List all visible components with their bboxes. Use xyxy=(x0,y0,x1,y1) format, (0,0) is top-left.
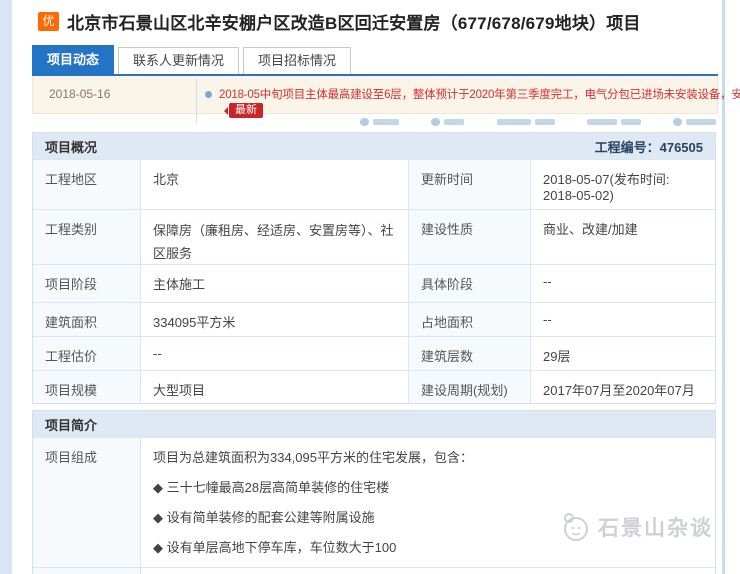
news-panel: 2018-05-16 2018-05中旬项目主体最高建设至6层，整体预计于202… xyxy=(32,76,718,114)
row-value: 主体施工 xyxy=(141,265,409,302)
overview-title: 项目概况 xyxy=(45,137,97,156)
table-row: 工程类别 保障房（廉租房、经适房、安置房等）、社区服务 建设性质 商业、改建/加… xyxy=(33,209,715,264)
timeline-line xyxy=(196,79,197,123)
project-intro-section: 项目简介 项目组成 项目为总建筑面积为334,095平方米的住宅发展，包含： ◆… xyxy=(32,410,716,574)
composition-line: ◆ 设有简单装修的配套公建等附属设施 xyxy=(153,507,705,526)
table-row: 工程估价 -- 建筑层数 29层 xyxy=(33,336,715,370)
row-label: 建筑层数 xyxy=(409,337,531,370)
row-value: -- xyxy=(531,303,717,336)
row-label: 更新时间 xyxy=(409,160,531,209)
row-value: 2018-05-07(发布时间: 2018-05-02) xyxy=(531,160,717,209)
illegible-link[interactable] xyxy=(431,118,464,126)
row-label: 项目地址 xyxy=(33,568,141,574)
row-label: 具体阶段 xyxy=(409,265,531,302)
intro-title: 项目简介 xyxy=(45,415,97,434)
composition-line: ◆ 设有单层高地下停车库，车位数大于100 xyxy=(153,537,705,556)
composition-line: 项目为总建筑面积为334,095平方米的住宅发展，包含： xyxy=(153,447,705,466)
table-row: 项目阶段 主体施工 具体阶段 -- xyxy=(33,264,715,302)
tab-bar: 项目动态 联系人更新情况 项目招标情况 xyxy=(32,47,718,76)
row-label: 工程估价 xyxy=(33,337,141,370)
row-label: 建筑面积 xyxy=(33,303,141,336)
page: 优 北京市石景山区北辛安棚户区改造B区回迁安置房（677/678/679地块）项… xyxy=(0,0,740,574)
row-label: 建设周期(规划) xyxy=(409,371,531,403)
news-date: 2018-05-16 xyxy=(49,87,110,101)
overview-header: 项目概况 工程编号：476505 xyxy=(33,133,715,159)
illegible-link[interactable] xyxy=(497,118,555,126)
row-value: 334095平方米 xyxy=(141,303,409,336)
illegible-link[interactable] xyxy=(587,118,641,126)
row-value: 北京 xyxy=(141,160,409,209)
latest-badge: 最新 xyxy=(229,103,263,118)
project-code: 工程编号：476505 xyxy=(595,137,703,156)
title-row: 优 北京市石景山区北辛安棚户区改造B区回迁安置房（677/678/679地块）项… xyxy=(38,9,718,34)
project-code-label: 工程编号： xyxy=(595,140,660,155)
table-row: 项目地址 北京市石景山区北辛安地区，东至特钢厂区，南至石景山路，西至北辛安路，北… xyxy=(33,567,715,574)
table-row: 项目规模 大型项目 建设周期(规划) 2017年07月至2020年07月 xyxy=(33,370,715,403)
clipped-toolbar xyxy=(360,118,716,126)
row-label: 工程类别 xyxy=(33,210,141,264)
quality-badge: 优 xyxy=(38,12,59,31)
table-row: 建筑面积 334095平方米 占地面积 -- xyxy=(33,302,715,336)
row-label: 项目规模 xyxy=(33,371,141,403)
timeline-dot-icon xyxy=(205,91,212,98)
row-label: 建设性质 xyxy=(409,210,531,264)
composition-content: 项目为总建筑面积为334,095平方米的住宅发展，包含： ◆ 三十七幢最高28层… xyxy=(141,438,717,567)
row-value: -- xyxy=(531,265,717,302)
project-overview-section: 项目概况 工程编号：476505 工程地区 北京 更新时间 2018-05-07… xyxy=(32,132,716,404)
news-text: 2018-05中旬项目主体最高建设至6层，整体预计于2020年第三季度完工，电气… xyxy=(219,86,740,102)
page-title: 北京市石景山区北辛安棚户区改造B区回迁安置房（677/678/679地块）项目 xyxy=(67,9,641,34)
row-value: 29层 xyxy=(531,337,717,370)
row-value: 大型项目 xyxy=(141,371,409,403)
row-label: 工程地区 xyxy=(33,160,141,209)
row-value: -- xyxy=(141,337,409,370)
page-left-margin xyxy=(0,0,12,574)
table-row: 项目组成 项目为总建筑面积为334,095平方米的住宅发展，包含： ◆ 三十七幢… xyxy=(33,437,715,567)
row-label: 占地面积 xyxy=(409,303,531,336)
table-row: 工程地区 北京 更新时间 2018-05-07(发布时间: 2018-05-02… xyxy=(33,159,715,209)
project-code-value: 476505 xyxy=(660,140,703,155)
row-value: 商业、改建/加建 xyxy=(531,210,717,264)
illegible-link[interactable] xyxy=(673,118,716,126)
tab-project-updates[interactable]: 项目动态 xyxy=(32,45,114,74)
address-cell: 北京市石景山区北辛安地区，东至特钢厂区，南至石景山路，西至北辛安路，北至阜石路 … xyxy=(141,568,717,574)
tab-project-bidding[interactable]: 项目招标情况 xyxy=(243,47,351,74)
row-value: 保障房（廉租房、经适房、安置房等）、社区服务 xyxy=(141,210,409,264)
row-value: 2017年07月至2020年07月 xyxy=(531,371,717,403)
row-label: 项目阶段 xyxy=(33,265,141,302)
row-label: 项目组成 xyxy=(33,438,141,567)
illegible-link[interactable] xyxy=(360,118,399,126)
tab-contact-updates[interactable]: 联系人更新情况 xyxy=(118,47,239,74)
composition-line: ◆ 三十七幢最高28层高简单装修的住宅楼 xyxy=(153,477,705,496)
intro-header: 项目简介 xyxy=(33,411,715,437)
